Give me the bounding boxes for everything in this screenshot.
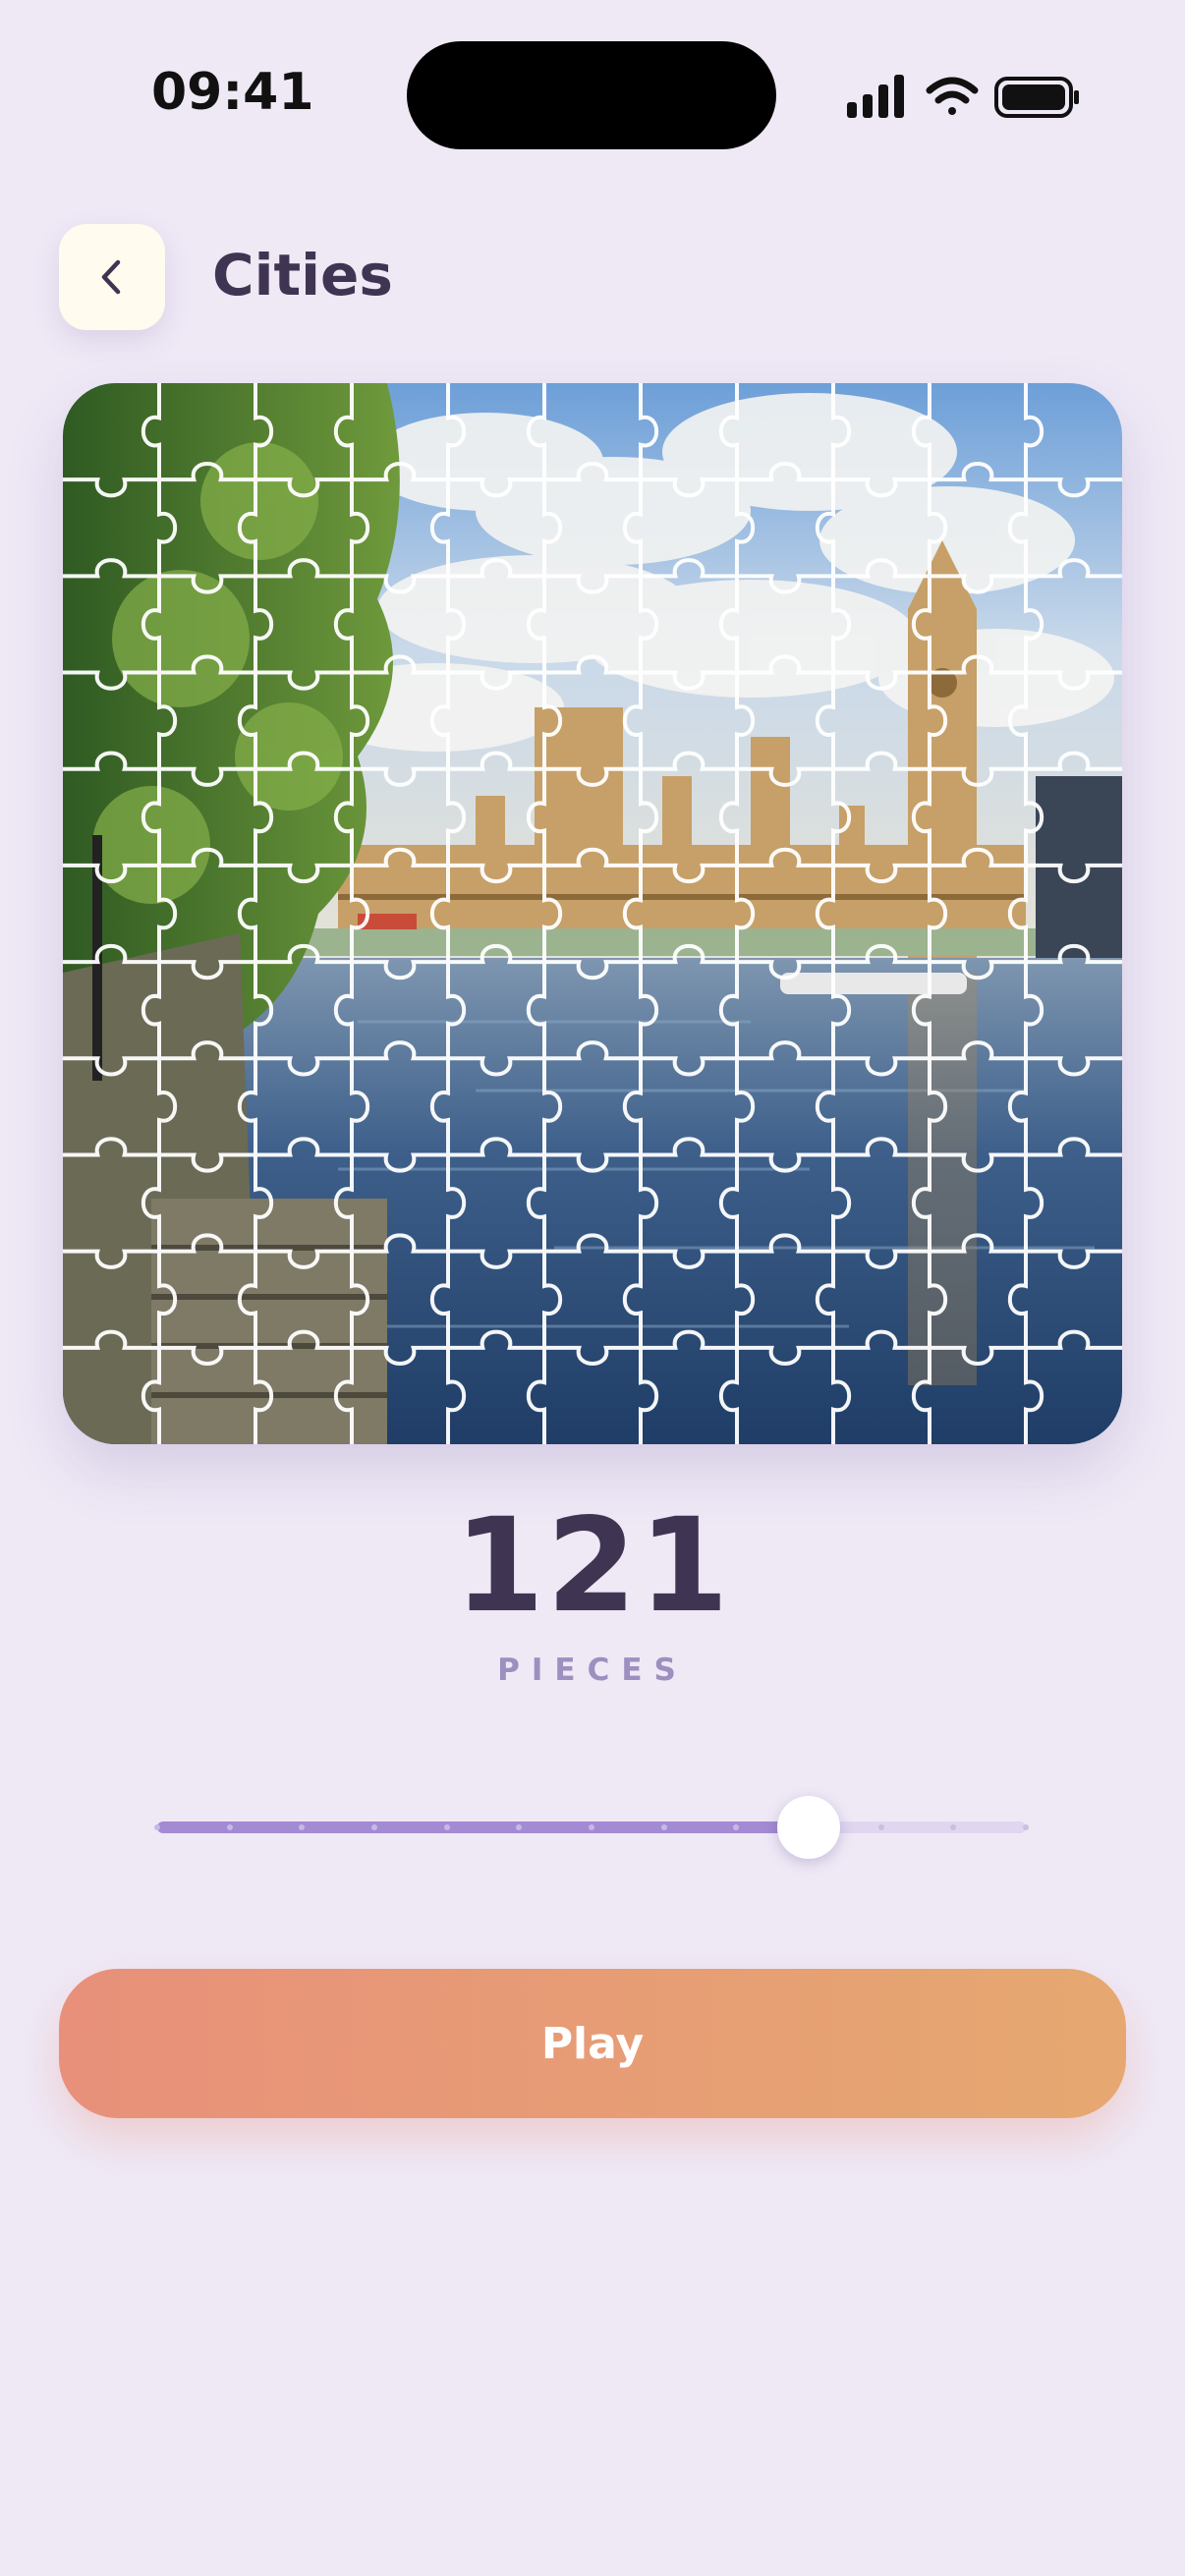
puzzle-preview — [63, 383, 1122, 1444]
page-title: Cities — [212, 242, 393, 308]
slider-step-dot — [1023, 1824, 1029, 1830]
piece-count-slider[interactable] — [154, 1796, 1029, 1859]
status-icons — [847, 75, 1079, 118]
piece-count-value: 121 — [454, 1490, 731, 1642]
status-time: 09:41 — [151, 63, 314, 122]
slider-step-dot — [371, 1824, 377, 1830]
wifi-icon — [926, 77, 979, 115]
slider-step-dot — [443, 1824, 450, 1830]
slider-thumb[interactable] — [777, 1796, 840, 1859]
slider-step-dot — [877, 1824, 884, 1830]
slider-step-dot — [660, 1824, 667, 1830]
puzzle-setup-screen: 09:41 Cities 121 PIECES Play — [0, 0, 1185, 2576]
slider-step-dot — [226, 1824, 233, 1830]
slider-step-dot — [589, 1824, 594, 1830]
piece-count-label: PIECES — [497, 1652, 688, 1688]
dynamic-island — [407, 41, 776, 149]
play-button-label: Play — [540, 2018, 645, 2069]
play-button[interactable]: Play — [59, 1969, 1126, 2118]
cellular-signal-icon — [847, 75, 904, 118]
battery-icon — [994, 77, 1079, 118]
chevron-left-icon — [101, 259, 121, 295]
puzzle-preview-image — [63, 383, 1122, 1444]
back-button[interactable] — [59, 224, 165, 330]
slider-fill — [157, 1821, 809, 1833]
slider-step-dot — [154, 1824, 160, 1830]
